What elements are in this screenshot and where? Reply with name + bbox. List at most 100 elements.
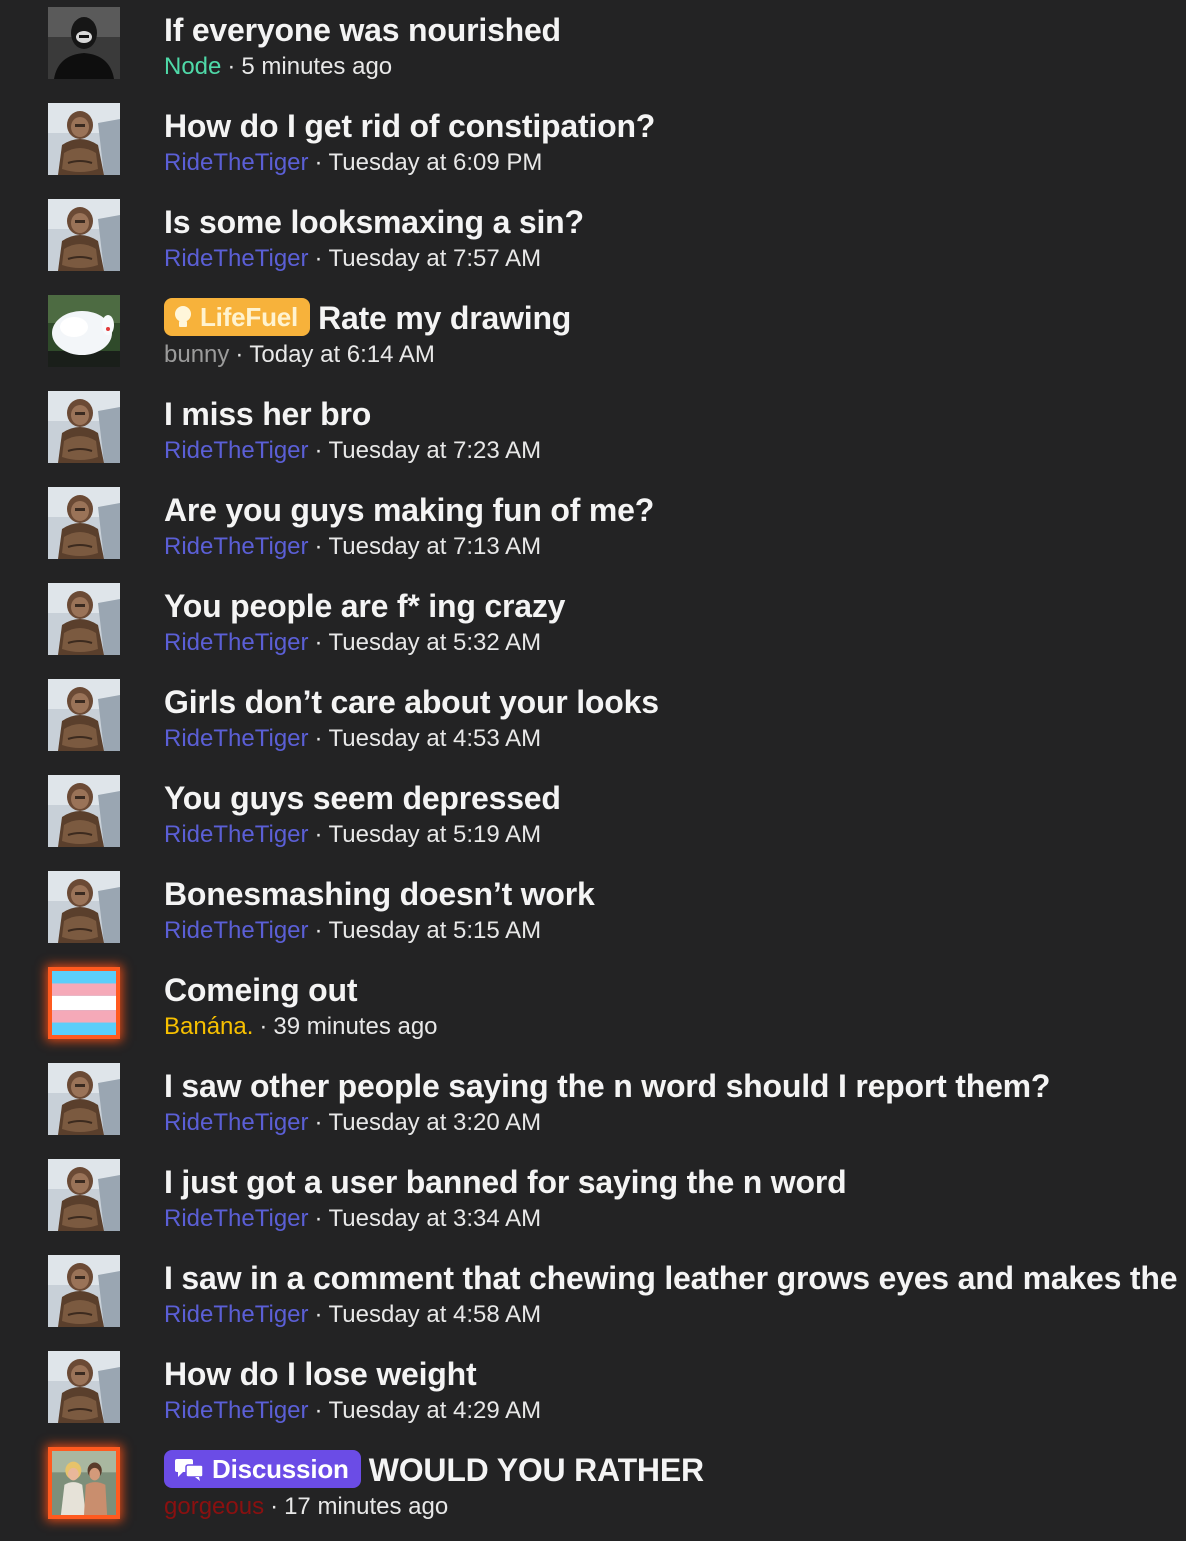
caveman-icon bbox=[48, 103, 120, 175]
thread-title-link[interactable]: Are you guys making fun of me? bbox=[164, 492, 654, 528]
fluffy-bunny-icon bbox=[48, 295, 120, 367]
avatar[interactable] bbox=[48, 1351, 120, 1423]
prefix-label: LifeFuel bbox=[200, 302, 299, 332]
timestamp-link[interactable]: 17 minutes ago bbox=[284, 1493, 448, 1520]
avatar[interactable] bbox=[48, 1255, 120, 1327]
username-link[interactable]: RideTheTiger bbox=[164, 821, 309, 848]
username-link[interactable]: RideTheTiger bbox=[164, 1205, 309, 1232]
thread-row: Bonesmashing doesn’t work RideTheTiger · Tu… bbox=[0, 864, 1186, 960]
avatar[interactable] bbox=[48, 679, 120, 751]
avatar[interactable] bbox=[48, 103, 120, 175]
caveman-icon bbox=[48, 1063, 120, 1135]
thread-title-line: Discussion WOULD YOU RATHER bbox=[164, 1450, 1186, 1490]
thread-title-link[interactable]: Comeing out bbox=[164, 972, 358, 1008]
username-link[interactable]: RideTheTiger bbox=[164, 917, 309, 944]
caveman-icon bbox=[48, 1255, 120, 1327]
thread-meta: RideTheTiger · Tuesday at 5:15 AM bbox=[164, 916, 541, 946]
caveman-icon bbox=[48, 391, 120, 463]
avatar[interactable] bbox=[48, 775, 120, 847]
avatar[interactable] bbox=[48, 487, 120, 559]
username-link[interactable]: Node bbox=[164, 53, 221, 80]
caveman-icon bbox=[48, 1159, 120, 1231]
caveman-icon bbox=[48, 487, 120, 559]
username-link[interactable]: Banána. bbox=[164, 1013, 253, 1040]
avatar[interactable] bbox=[48, 391, 120, 463]
caveman-icon bbox=[48, 775, 120, 847]
thread-title-link[interactable]: I miss her bro bbox=[164, 396, 371, 432]
separator-dot: · bbox=[227, 53, 236, 80]
timestamp-link[interactable]: Tuesday at 5:32 AM bbox=[329, 629, 542, 656]
thread-meta: Node · 5 minutes ago bbox=[164, 52, 392, 82]
avatar[interactable] bbox=[48, 199, 120, 271]
username-link[interactable]: RideTheTiger bbox=[164, 437, 309, 464]
username-link[interactable]: RideTheTiger bbox=[164, 245, 309, 272]
thread-title-link[interactable]: You people are f* ing crazy bbox=[164, 588, 565, 624]
thread-title-link[interactable]: WOULD YOU RATHER bbox=[369, 1452, 704, 1488]
thread-title-link[interactable]: Bonesmashing doesn’t work bbox=[164, 876, 595, 912]
username-link[interactable]: RideTheTiger bbox=[164, 533, 309, 560]
timestamp-link[interactable]: Tuesday at 4:29 AM bbox=[329, 1397, 542, 1424]
username-link[interactable]: RideTheTiger bbox=[164, 725, 309, 752]
thread-title-link[interactable]: I saw in a comment that chewing leather … bbox=[164, 1260, 1178, 1296]
thread-title-line: I saw in a comment that chewing leather … bbox=[164, 1258, 1186, 1298]
prefix-badge-lifefuel[interactable]: LifeFuel bbox=[164, 298, 311, 336]
thread-title-line: Is some looksmaxing a sin? bbox=[164, 202, 1186, 242]
avatar[interactable] bbox=[48, 295, 120, 367]
thread-row: You guys seem depressed RideTheTiger · Tues… bbox=[0, 768, 1186, 864]
thread-meta: RideTheTiger · Tuesday at 7:57 AM bbox=[164, 244, 541, 274]
thread-title-link[interactable]: How do I get rid of constipation? bbox=[164, 108, 655, 144]
timestamp-link[interactable]: Today at 6:14 AM bbox=[249, 341, 434, 368]
avatar[interactable] bbox=[48, 583, 120, 655]
username-link[interactable]: RideTheTiger bbox=[164, 1109, 309, 1136]
timestamp-link[interactable]: Tuesday at 7:23 AM bbox=[329, 437, 542, 464]
thread-row: How do I lose weight RideTheTiger · Tuesday… bbox=[0, 1344, 1186, 1440]
separator-dot: · bbox=[314, 917, 323, 944]
username-link[interactable]: bunny bbox=[164, 341, 229, 368]
avatar[interactable] bbox=[48, 1159, 120, 1231]
lightbulb-icon bbox=[175, 306, 191, 328]
username-link[interactable]: RideTheTiger bbox=[164, 1397, 309, 1424]
thread-title-link[interactable]: You guys seem depressed bbox=[164, 780, 561, 816]
thread-title-link[interactable]: If everyone was nourished bbox=[164, 12, 561, 48]
thread-title-link[interactable]: I saw other people saying the n word sho… bbox=[164, 1068, 1050, 1104]
timestamp-link[interactable]: Tuesday at 7:13 AM bbox=[329, 533, 542, 560]
username-link[interactable]: RideTheTiger bbox=[164, 629, 309, 656]
thread-meta: gorgeous · 17 minutes ago bbox=[164, 1492, 448, 1522]
timestamp-link[interactable]: Tuesday at 5:15 AM bbox=[329, 917, 542, 944]
thread-title-link[interactable]: I just got a user banned for saying the … bbox=[164, 1164, 847, 1200]
thread-row: Are you guys making fun of me? RideTheTig… bbox=[0, 480, 1186, 576]
prefix-badge-discussion[interactable]: Discussion bbox=[164, 1450, 361, 1488]
timestamp-link[interactable]: Tuesday at 4:58 AM bbox=[329, 1301, 542, 1328]
timestamp-link[interactable]: Tuesday at 7:57 AM bbox=[329, 245, 542, 272]
timestamp-link[interactable]: Tuesday at 3:20 AM bbox=[329, 1109, 542, 1136]
thread-title-line: I miss her bro bbox=[164, 394, 1186, 434]
timestamp-link[interactable]: Tuesday at 5:19 AM bbox=[329, 821, 542, 848]
thread-title-link[interactable]: Girls don’t care about your looks bbox=[164, 684, 659, 720]
timestamp-link[interactable]: 39 minutes ago bbox=[273, 1013, 437, 1040]
thread-title-link[interactable]: Rate my drawing bbox=[318, 300, 571, 336]
timestamp-link[interactable]: 5 minutes ago bbox=[241, 53, 392, 80]
caveman-icon bbox=[48, 1351, 120, 1423]
avatar[interactable] bbox=[48, 871, 120, 943]
username-link[interactable]: RideTheTiger bbox=[164, 149, 309, 176]
timestamp-link[interactable]: Tuesday at 3:34 AM bbox=[329, 1205, 542, 1232]
thread-title-link[interactable]: How do I lose weight bbox=[164, 1356, 477, 1392]
separator-dot: · bbox=[314, 1205, 323, 1232]
separator-dot: · bbox=[314, 629, 323, 656]
separator-dot: · bbox=[314, 533, 323, 560]
thread-row: LifeFuel Rate my drawing bunny · Today at 6:… bbox=[0, 288, 1186, 384]
username-link[interactable]: gorgeous bbox=[164, 1493, 264, 1520]
avatar[interactable] bbox=[48, 7, 120, 79]
avatar[interactable] bbox=[48, 967, 120, 1039]
separator-dot: · bbox=[314, 1109, 323, 1136]
timestamp-link[interactable]: Tuesday at 4:53 AM bbox=[329, 725, 542, 752]
avatar[interactable] bbox=[48, 1063, 120, 1135]
thread-meta: RideTheTiger · Tuesday at 3:20 AM bbox=[164, 1108, 541, 1138]
username-link[interactable]: RideTheTiger bbox=[164, 1301, 309, 1328]
timestamp-link[interactable]: Tuesday at 6:09 PM bbox=[329, 149, 543, 176]
thread-list: If everyone was nourished Node · 5 minutes … bbox=[0, 0, 1186, 1541]
thread-title-line: Are you guys making fun of me? bbox=[164, 490, 1186, 530]
thread-title-link[interactable]: Is some looksmaxing a sin? bbox=[164, 204, 584, 240]
avatar[interactable] bbox=[48, 1447, 120, 1519]
separator-dot: · bbox=[314, 437, 323, 464]
